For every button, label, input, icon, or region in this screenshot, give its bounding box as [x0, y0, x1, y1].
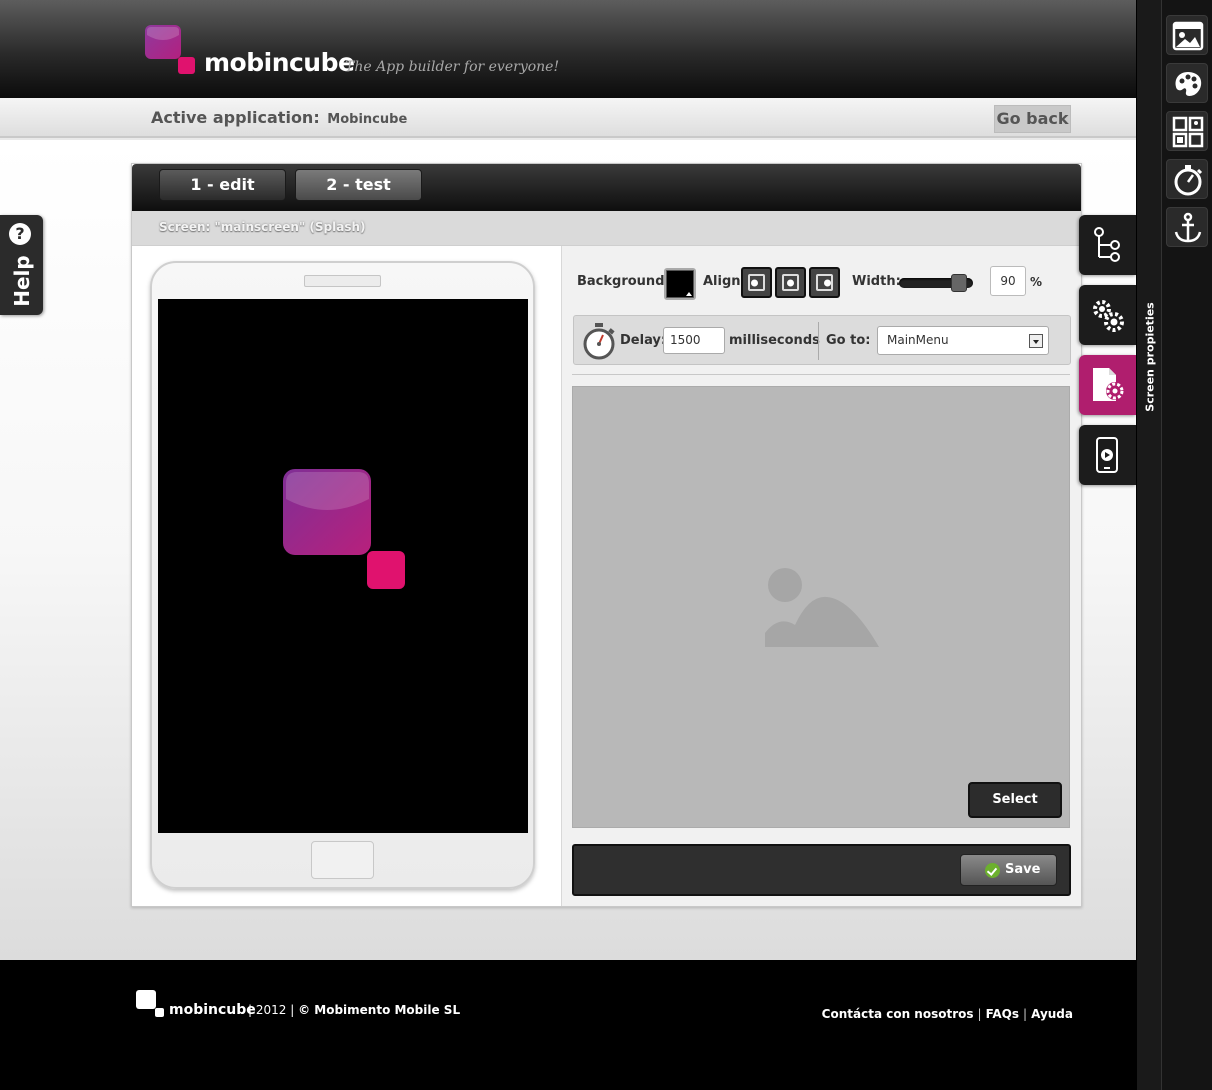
width-slider-handle[interactable] — [951, 274, 967, 292]
phone-speaker — [304, 275, 381, 287]
delay-label: Delay: — [620, 333, 667, 348]
tab-test[interactable]: 2 - test — [295, 169, 422, 201]
footer-links: Contácta con nosotros | FAQs | Ayuda — [821, 1007, 1073, 1021]
phone-home-button — [311, 841, 374, 879]
footer-link-contact[interactable]: Contácta con nosotros — [822, 1007, 974, 1021]
help-label: Help — [10, 255, 34, 307]
goto-selected-value: MainMenu — [887, 333, 949, 347]
delay-separator — [818, 322, 819, 360]
stopwatch-icon — [583, 323, 615, 360]
align-right-icon — [816, 274, 833, 291]
properties-strip-label-wrapper: Screen propieties — [1137, 300, 1163, 414]
toolbar-anchor-button[interactable] — [1166, 207, 1208, 247]
align-left-icon — [748, 274, 765, 291]
check-circle-icon — [985, 863, 1000, 878]
side-tab-structure[interactable] — [1079, 215, 1136, 275]
active-application-label: Active application: Mobincube — [151, 108, 407, 127]
toolbar-timer-button[interactable] — [1166, 159, 1208, 199]
properties-strip-label: Screen propieties — [1143, 302, 1157, 412]
toolbar-widgets-button[interactable] — [1166, 111, 1208, 151]
goto-select[interactable]: MainMenu — [877, 326, 1049, 355]
footer: mobincube | 2012 | © Mobimento Mobile SL… — [0, 960, 1136, 1090]
footer-company: © Mobimento Mobile SL — [298, 1003, 461, 1017]
footer-brand: mobincube — [169, 1002, 256, 1018]
background-color-picker[interactable] — [664, 268, 696, 300]
editor-panel: 1 - edit 2 - test Screen: "mainscreen" (… — [131, 163, 1082, 907]
goto-label: Go to: — [826, 333, 871, 348]
image-placeholder-icon — [765, 568, 879, 647]
width-label: Width: — [852, 274, 901, 289]
tree-icon — [1094, 227, 1120, 262]
width-slider[interactable] — [899, 274, 973, 292]
stopwatch-icon — [1174, 165, 1203, 196]
question-circle-icon: ? — [9, 223, 31, 245]
gears-icon — [1093, 300, 1124, 332]
editor-tabs: 1 - edit 2 - test — [132, 164, 1081, 211]
toolbar-palette-button[interactable] — [1166, 63, 1208, 103]
splash-logo-icon — [283, 469, 405, 589]
phone-preview — [150, 261, 535, 889]
mobincube-logo-icon — [145, 25, 195, 74]
palette-icon — [1175, 72, 1202, 96]
align-right-button[interactable] — [809, 267, 840, 298]
mobincube-logo-icon — [136, 990, 164, 1017]
active-application-bar: Active application: Mobincube Go back — [0, 98, 1136, 138]
delay-input[interactable]: 1500 — [663, 327, 725, 354]
align-left-button[interactable] — [741, 267, 772, 298]
go-back-button[interactable]: Go back — [994, 105, 1071, 133]
delay-settings: Delay: 1500 milliseconds Go to: MainMenu — [573, 315, 1071, 365]
brand-name: mobincube — [204, 48, 355, 77]
screen-bar: Screen: "mainscreen" (Splash) — [132, 211, 1081, 246]
properties-strip: Screen propieties — [1136, 0, 1162, 1090]
width-unit: % — [1030, 275, 1043, 289]
align-center-icon — [782, 274, 799, 291]
phone-screen[interactable] — [158, 299, 528, 833]
width-input[interactable]: 90 — [990, 266, 1026, 296]
chevron-down-icon[interactable] — [1029, 334, 1043, 348]
side-tab-settings[interactable] — [1079, 285, 1136, 345]
tab-edit[interactable]: 1 - edit — [159, 169, 286, 201]
document-gear-icon — [1093, 368, 1124, 401]
footer-link-faqs[interactable]: FAQs — [986, 1007, 1019, 1021]
caret-icon — [686, 292, 692, 296]
divider — [572, 374, 1070, 375]
side-tab-screen-properties[interactable] — [1079, 355, 1136, 415]
save-button[interactable]: Save — [960, 854, 1057, 886]
toolbar-image-button[interactable] — [1166, 15, 1208, 55]
background-label: Background: — [577, 274, 670, 289]
screen-label: Screen: "mainscreen" (Splash) — [159, 220, 366, 234]
align-center-button[interactable] — [775, 267, 806, 298]
align-label: Align: — [703, 274, 746, 289]
save-bar: Save — [572, 844, 1071, 896]
image-drop-area[interactable]: Select — [572, 386, 1070, 828]
header: mobincube The App builder for everyone! — [0, 0, 1136, 98]
brand-tagline: The App builder for everyone! — [345, 59, 560, 75]
help-label-wrapper: Help — [2, 249, 42, 313]
select-image-button[interactable]: Select — [968, 782, 1062, 818]
component-toolbar — [1162, 0, 1212, 1090]
image-icon — [1172, 21, 1204, 51]
help-tab[interactable]: ? Help — [0, 215, 43, 315]
delay-unit: milliseconds — [729, 333, 820, 348]
active-application-name: Mobincube — [327, 112, 408, 127]
side-tab-preview[interactable] — [1079, 425, 1136, 485]
phone-play-icon — [1096, 437, 1118, 473]
footer-copyright: | 2012 | © Mobimento Mobile SL — [248, 1003, 461, 1017]
widgets-icon — [1172, 116, 1204, 148]
footer-year: 2012 — [255, 1003, 287, 1017]
active-application-title: Active application: — [151, 108, 320, 127]
save-label: Save — [1005, 862, 1041, 877]
footer-link-help[interactable]: Ayuda — [1031, 1007, 1073, 1021]
anchor-icon — [1174, 212, 1202, 243]
screen-properties-panel: Background: Align: Width: 90 % Delay: 15… — [562, 246, 1081, 906]
